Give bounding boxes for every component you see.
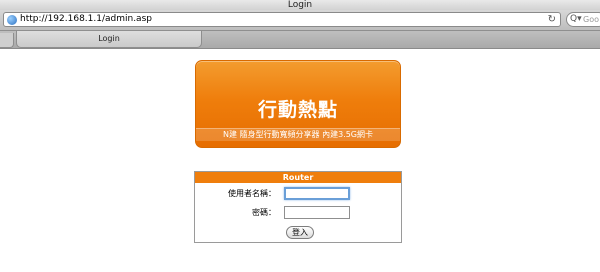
tab-previous[interactable]: [0, 33, 14, 48]
banner-title: 行動熱點: [257, 99, 338, 121]
tab-login[interactable]: Login: [16, 31, 202, 48]
banner-subtitle: N建 隨身型行動寬頻分享器 內建3.5G網卡: [196, 128, 400, 141]
login-header: Router: [195, 172, 401, 183]
username-row: 使用者名稱：: [195, 187, 401, 201]
browser-toolbar: http://192.168.1.1/admin.asp ↻ Q▾ Goo: [0, 10, 600, 31]
search-icon: Q▾: [570, 14, 582, 24]
username-input[interactable]: [284, 187, 350, 200]
search-field[interactable]: Q▾ Goo: [566, 12, 600, 27]
hotspot-banner: 行動熱點 N建 隨身型行動寬頻分享器 內建3.5G網卡: [195, 60, 401, 148]
search-placeholder: Goo: [583, 15, 599, 24]
tab-strip: Login: [0, 31, 600, 49]
url-text[interactable]: http://192.168.1.1/admin.asp: [20, 13, 152, 26]
username-label: 使用者名稱：: [228, 189, 276, 198]
login-button[interactable]: 登入: [286, 226, 314, 239]
password-row: 密碼：: [195, 206, 401, 220]
address-bar[interactable]: http://192.168.1.1/admin.asp ↻: [3, 12, 561, 27]
globe-icon: [7, 15, 17, 25]
password-label: 密碼：: [252, 208, 276, 217]
reload-icon[interactable]: ↻: [548, 13, 556, 26]
login-form: Router 使用者名稱： 密碼： 登入: [194, 171, 402, 243]
password-input[interactable]: [284, 206, 350, 219]
window-title: Login: [0, 0, 600, 10]
